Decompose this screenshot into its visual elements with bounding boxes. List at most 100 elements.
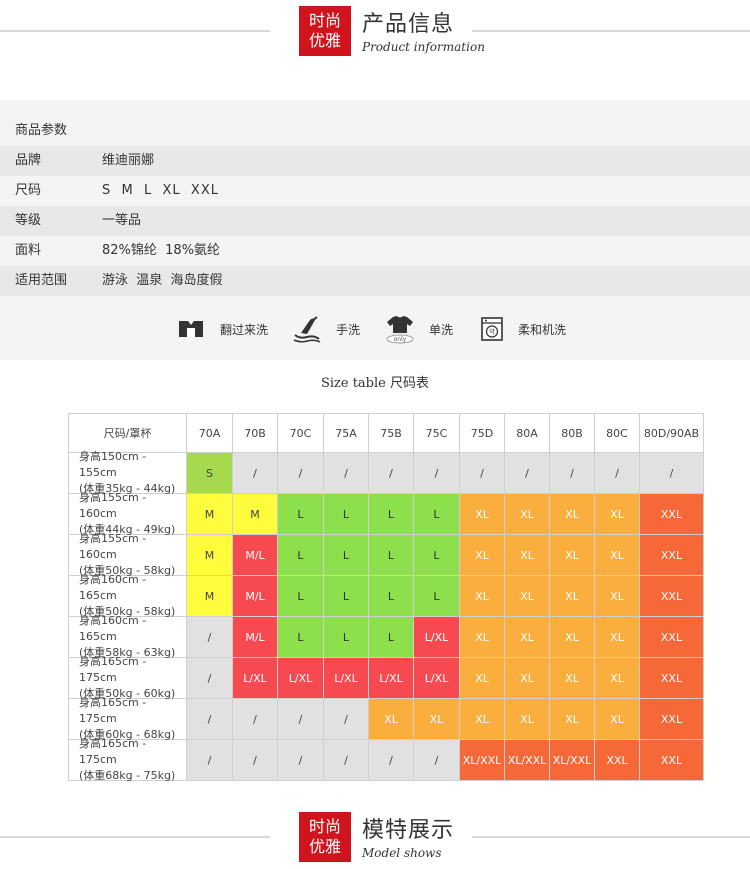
brand-badge: 时尚 优雅: [299, 812, 351, 862]
care-item: only 单洗: [385, 312, 453, 346]
product-params: 商品参数 品牌 维迪丽娜 尺码 S M L XL XXL 等级 一等品 面料 8…: [0, 100, 750, 360]
size-cell: M/L: [233, 617, 278, 658]
size-cell: /: [187, 617, 233, 658]
care-label: 柔和机洗: [518, 322, 567, 337]
size-cell: XL: [460, 576, 505, 617]
size-cell: L/XL: [414, 617, 460, 658]
param-key: 尺码: [15, 183, 42, 198]
size-cell: XL: [369, 699, 414, 740]
size-cell: L/XL: [233, 658, 278, 699]
size-cell: /: [595, 453, 640, 494]
size-cell: XL: [505, 494, 550, 535]
row-header: 身高160cm - 165cm (体重58kg - 63kg): [68, 614, 187, 659]
size-cell: /: [278, 453, 324, 494]
section-subtitle: Product information: [362, 40, 485, 54]
size-cell: S: [187, 453, 233, 494]
icon-text-gentle: 약: [489, 328, 495, 336]
size-cell: XL: [595, 699, 640, 740]
param-value: 82%锦纶 18%氨纶: [102, 243, 221, 258]
size-cell: L: [369, 576, 414, 617]
size-cell: L/XL: [324, 658, 369, 699]
size-cell: /: [233, 453, 278, 494]
size-cell: L: [414, 535, 460, 576]
column-header: 70A: [187, 413, 233, 453]
size-cell: XL: [550, 494, 595, 535]
size-cell: XXL: [640, 535, 704, 576]
size-cell: XL: [550, 699, 595, 740]
column-header: 70C: [278, 413, 324, 453]
param-value: 一等品: [102, 213, 142, 228]
hand-wash-icon: [293, 316, 321, 343]
product-info-banner: 时尚 优雅 产品信息 Product information: [0, 0, 750, 60]
param-row: 品牌 维迪丽娜: [0, 146, 750, 176]
badge-line1: 时尚: [308, 817, 341, 836]
size-cell: L: [324, 494, 369, 535]
care-label: 翻过来洗: [220, 322, 269, 337]
column-header: 70B: [233, 413, 278, 453]
size-cell: XL/XXL: [550, 740, 595, 781]
size-cell: XXL: [640, 576, 704, 617]
size-cell: XL: [460, 617, 505, 658]
column-header: 80A: [505, 413, 550, 453]
size-cell: XL: [414, 699, 460, 740]
care-item: 翻过来洗: [176, 312, 268, 346]
size-cell: L: [278, 494, 324, 535]
size-cell: /: [233, 740, 278, 781]
size-cell: L/XL: [414, 658, 460, 699]
size-cell: XL: [460, 535, 505, 576]
size-cell: /: [187, 699, 233, 740]
section-title: 产品信息: [362, 12, 455, 37]
column-header: 75C: [414, 413, 460, 453]
size-cell: /: [414, 740, 460, 781]
size-cell: L: [278, 617, 324, 658]
size-cell: XL: [550, 576, 595, 617]
table-corner-header: 尺码/罩杯: [68, 413, 187, 453]
size-cell: XL: [505, 576, 550, 617]
care-instructions: 翻过来洗 手洗 only 单洗 약 柔和机洗: [0, 312, 750, 346]
size-cell: XL/XXL: [505, 740, 550, 781]
column-header: 80C: [595, 413, 640, 453]
size-cell: XL: [595, 535, 640, 576]
wash-separately-icon: only: [386, 316, 414, 344]
column-header: 80B: [550, 413, 595, 453]
divider-line: [472, 836, 750, 838]
care-item: 약 柔和机洗: [480, 312, 566, 346]
size-cell: L: [324, 535, 369, 576]
size-cell: XXL: [595, 740, 640, 781]
size-cell: /: [187, 658, 233, 699]
size-cell: M/L: [233, 576, 278, 617]
size-cell: /: [640, 453, 704, 494]
param-key: 品牌: [15, 153, 42, 168]
size-cell: XL: [505, 535, 550, 576]
param-value: 维迪丽娜: [102, 153, 155, 168]
care-label: 单洗: [429, 322, 454, 337]
size-cell: XL: [550, 535, 595, 576]
param-row: 面料 82%锦纶 18%氨纶: [0, 236, 750, 266]
row-header: 身高165cm - 175cm (体重50kg - 60kg): [68, 655, 187, 700]
size-table-title: Size table 尺码表: [0, 372, 750, 391]
divider-line: [0, 30, 270, 32]
param-value: 游泳 温泉 海岛度假: [102, 273, 223, 288]
size-cell: XL: [460, 699, 505, 740]
section-subtitle: Model shows: [362, 846, 442, 860]
size-cell: /: [324, 699, 369, 740]
badge-line1: 时尚: [308, 11, 341, 30]
row-header: 身高165cm - 175cm (体重68kg - 75kg): [68, 737, 187, 782]
size-cell: L: [324, 617, 369, 658]
size-cell: L: [278, 535, 324, 576]
size-cell: XXL: [640, 658, 704, 699]
params-heading: 商品参数: [15, 123, 68, 138]
brand-badge: 时尚 优雅: [299, 6, 351, 56]
size-cell: L: [414, 494, 460, 535]
size-cell: XL: [460, 658, 505, 699]
icon-text-only: only: [394, 336, 407, 343]
care-label: 手洗: [336, 322, 361, 337]
size-cell: XXL: [640, 740, 704, 781]
size-cell: /: [278, 740, 324, 781]
params-heading-row: 商品参数: [0, 116, 750, 146]
row-header: 身高155cm - 160cm (体重50kg - 58kg): [68, 532, 187, 577]
param-row: 尺码 S M L XL XXL: [0, 176, 750, 206]
param-row: 等级 一等品: [0, 206, 750, 236]
section-title: 模特展示: [362, 818, 455, 843]
param-value: S M L XL XXL: [102, 183, 219, 198]
